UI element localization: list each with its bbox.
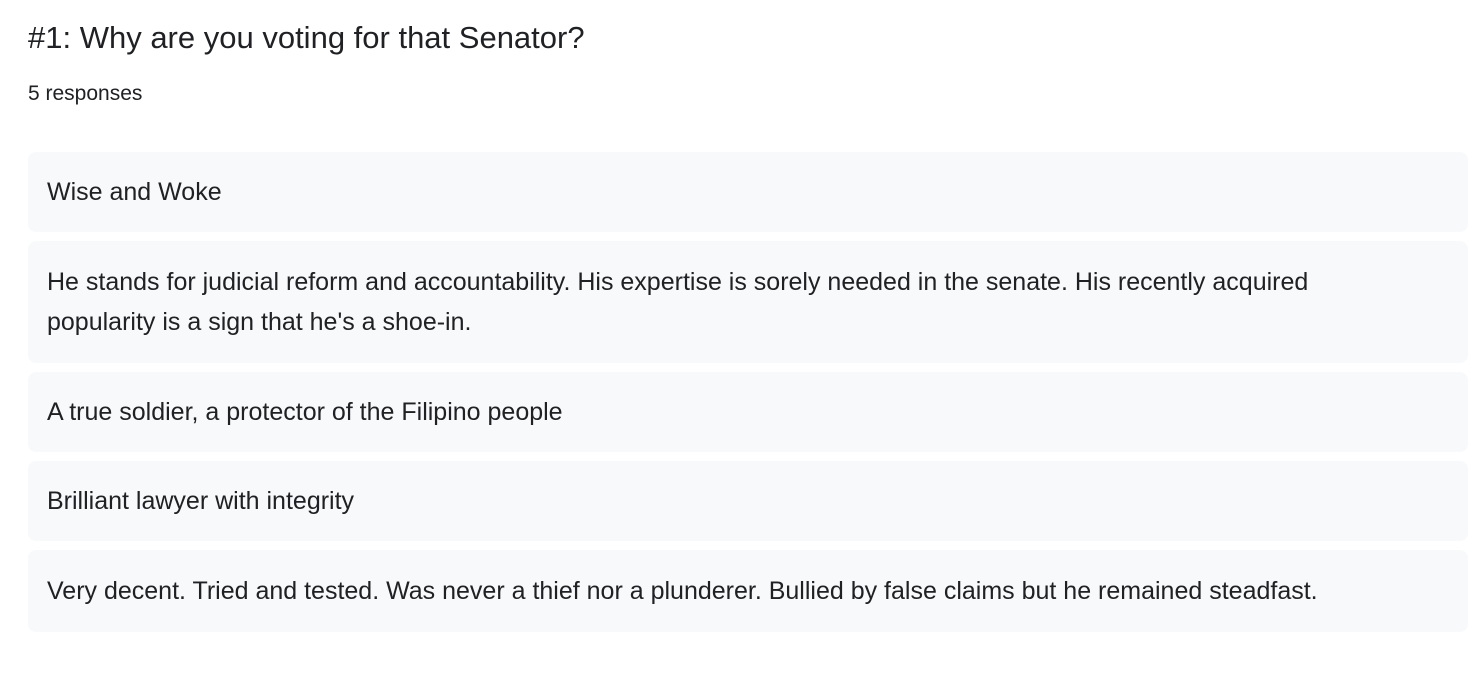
response-item: Brilliant lawyer with integrity <box>28 461 1468 541</box>
response-list: Wise and Woke He stands for judicial ref… <box>28 152 1468 632</box>
response-item: He stands for judicial reform and accoun… <box>28 241 1468 363</box>
question-title: #1: Why are you voting for that Senator? <box>28 20 585 55</box>
question-summary-card: #1: Why are you voting for that Senator?… <box>28 18 1468 632</box>
response-item: Wise and Woke <box>28 152 1468 232</box>
response-item: Very decent. Tried and tested. Was never… <box>28 550 1468 632</box>
response-item: A true soldier, a protector of the Filip… <box>28 372 1468 452</box>
response-count: 5 responses <box>28 82 143 105</box>
